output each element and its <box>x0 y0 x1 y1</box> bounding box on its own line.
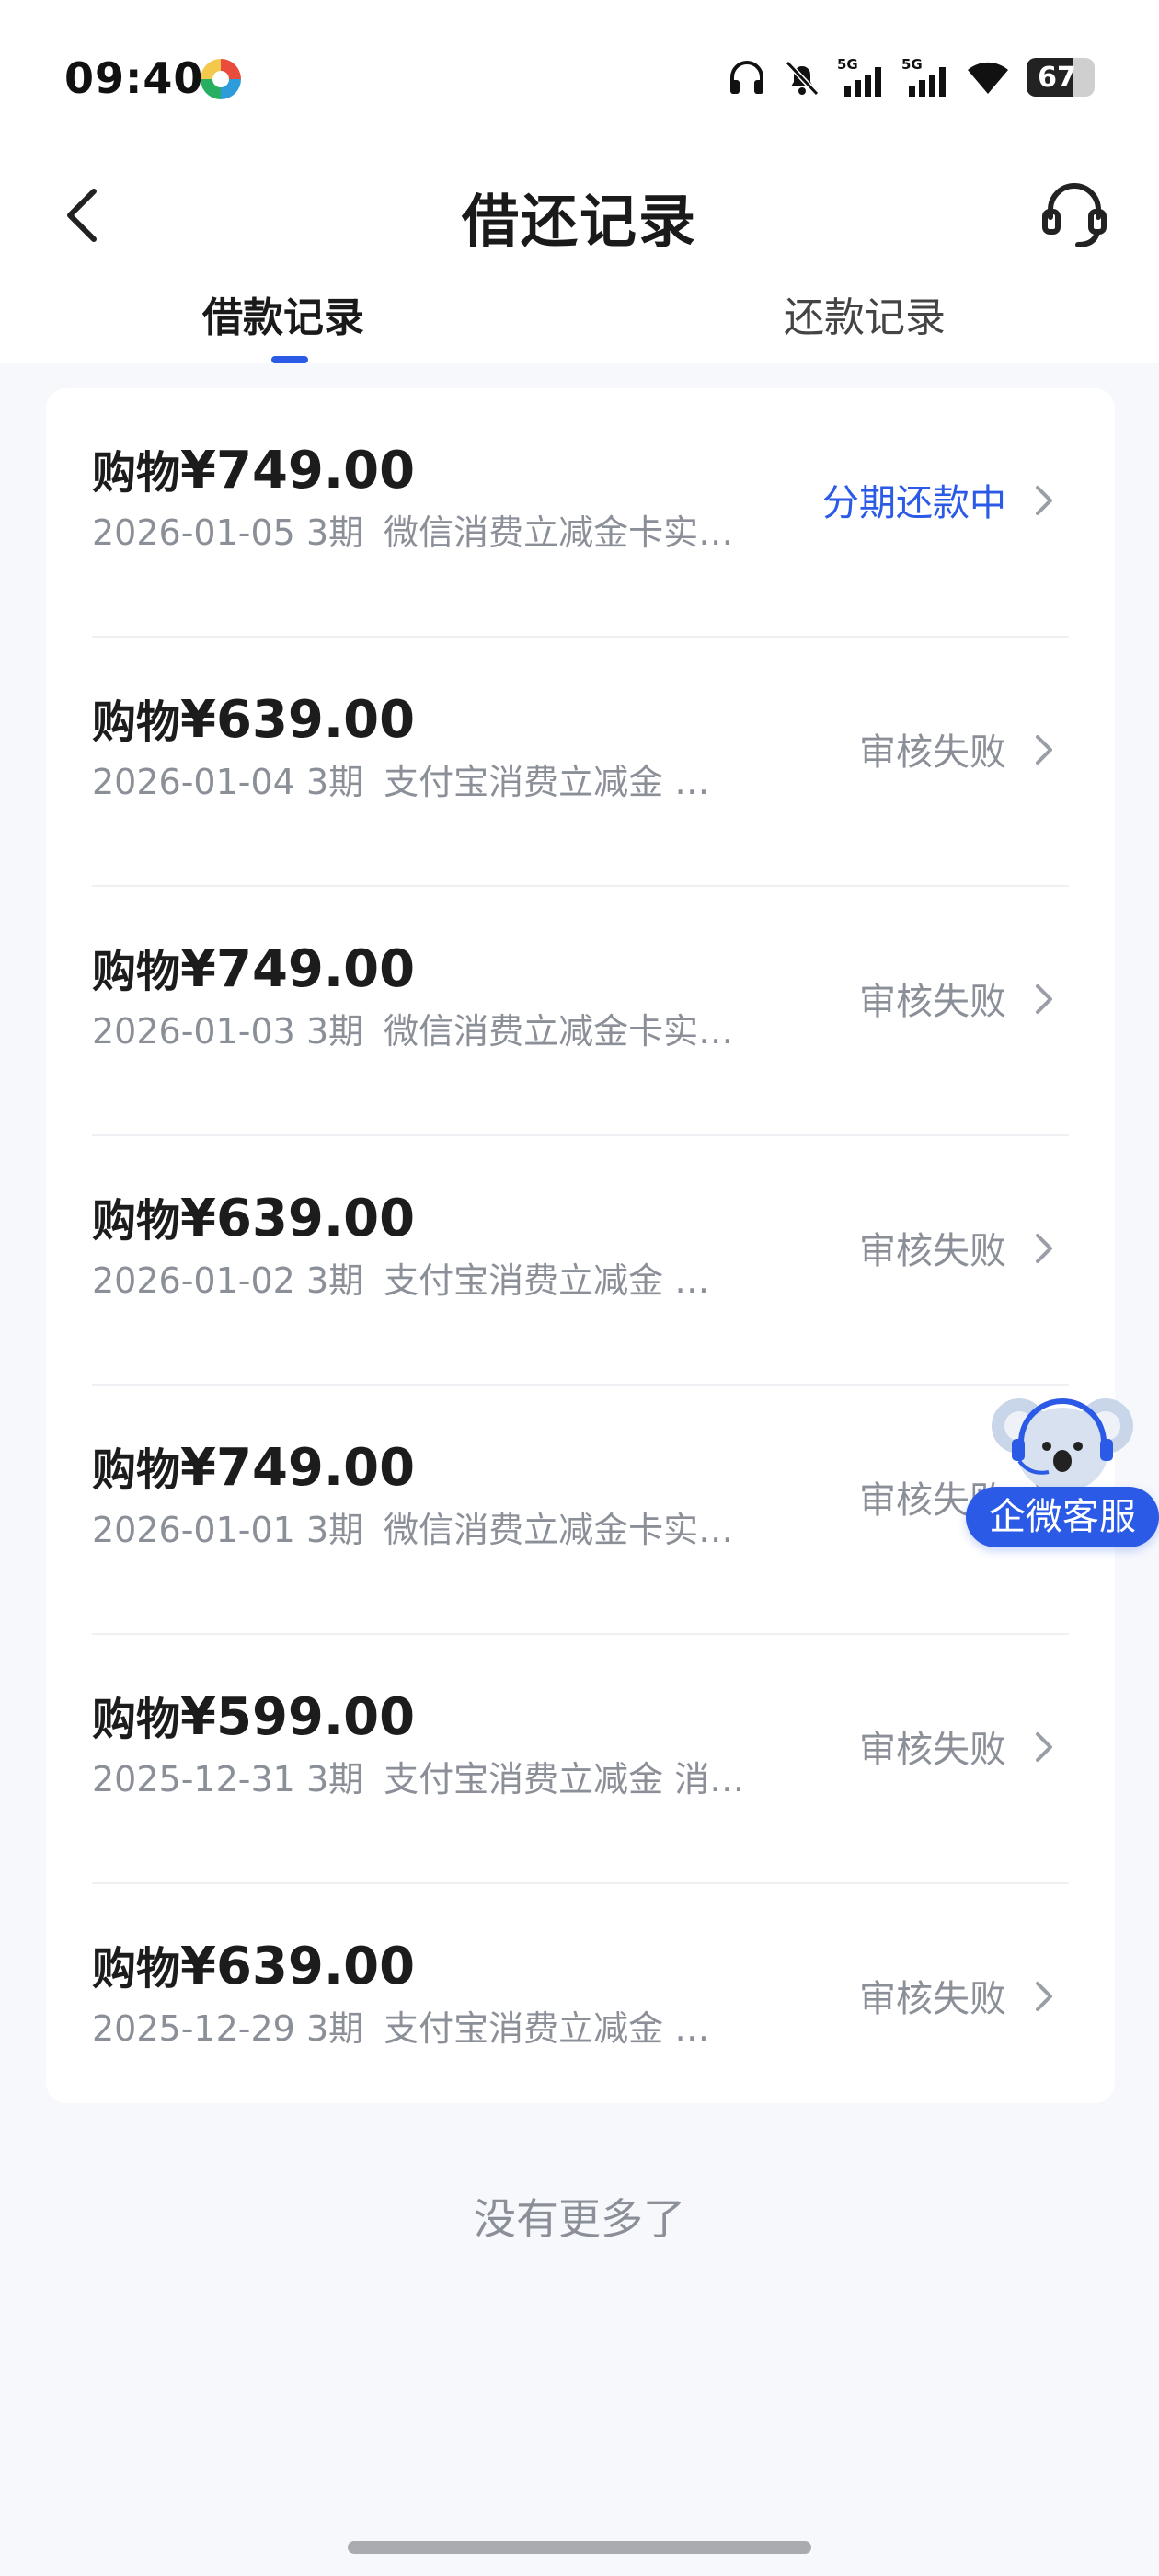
record-amount: ¥639.00 <box>180 1937 416 1996</box>
headset-icon[interactable] <box>1038 177 1111 250</box>
record-description: 支付宝消费立减金 消… <box>384 1759 745 1800</box>
record-amount: ¥639.00 <box>180 1189 416 1248</box>
tab-bar: 借款记录 还款记录 <box>0 285 1159 363</box>
network-label: 5G <box>837 56 858 73</box>
record-row[interactable]: 购物¥639.00 2025-12-29 3期 支付宝消费立减金 … 审核失败 <box>92 1884 1069 2133</box>
record-amount: ¥749.00 <box>180 939 416 999</box>
record-amount: ¥749.00 <box>180 441 416 500</box>
record-row[interactable]: 购物¥639.00 2026-01-02 3期 支付宝消费立减金 … 审核失败 <box>92 1136 1069 1386</box>
wecom-service-label: 企微客服 <box>966 1487 1159 1547</box>
record-amount: ¥599.00 <box>180 1687 416 1747</box>
record-description: 支付宝消费立减金 … <box>384 2008 710 2049</box>
record-term: 3期 <box>305 1260 364 1301</box>
record-category: 购物 <box>92 1943 181 1995</box>
record-subtitle: 2025-12-31 3期 支付宝消费立减金 消… <box>92 1751 744 1801</box>
wecom-service-button[interactable]: 企微客服 <box>966 1387 1159 1553</box>
record-term: 3期 <box>305 2008 364 2049</box>
record-category: 购物 <box>92 946 181 997</box>
record-row[interactable]: 购物¥639.00 2026-01-04 3期 支付宝消费立减金 … 审核失败 <box>92 638 1069 887</box>
wifi-icon <box>968 62 1008 94</box>
record-row[interactable]: 购物¥599.00 2025-12-31 3期 支付宝消费立减金 消… 审核失败 <box>92 1635 1069 1884</box>
record-date: 2026-01-02 <box>92 1260 295 1301</box>
record-date: 2026-01-03 <box>92 1011 295 1052</box>
chevron-right-icon <box>1036 1982 1052 2011</box>
signal-5g-icon: 5G <box>837 56 881 97</box>
battery-icon: 67 <box>1027 58 1095 97</box>
mute-bell-icon <box>785 60 820 97</box>
record-term: 3期 <box>305 1011 364 1052</box>
record-title: 购物¥639.00 <box>92 1184 415 1248</box>
record-category: 购物 <box>92 1195 181 1247</box>
network-label: 5G <box>901 56 923 73</box>
record-subtitle: 2025-12-29 3期 支付宝消费立减金 … <box>92 2000 709 2051</box>
record-title: 购物¥599.00 <box>92 1683 415 1747</box>
record-row[interactable]: 购物¥749.00 2026-01-05 3期 微信消费立减金卡实… 分期还款中 <box>92 388 1069 638</box>
record-date: 2026-01-05 <box>92 512 295 553</box>
record-term: 3期 <box>305 1759 364 1800</box>
chevron-right-icon <box>1036 1732 1052 1762</box>
no-more-text: 没有更多了 <box>474 2194 685 2244</box>
record-category: 购物 <box>92 1444 181 1496</box>
record-subtitle: 2026-01-04 3期 支付宝消费立减金 … <box>92 753 709 804</box>
records-list: 购物¥749.00 2026-01-05 3期 微信消费立减金卡实… 分期还款中 购物¥… <box>46 388 1115 2103</box>
record-title: 购物¥749.00 <box>92 1433 415 1498</box>
record-status: 审核失败 <box>859 731 1006 774</box>
battery-level: 67 <box>1038 61 1076 94</box>
record-amount: ¥749.00 <box>180 1438 416 1498</box>
app-icon <box>201 59 241 99</box>
record-status: 分期还款中 <box>822 482 1006 524</box>
record-date: 2026-01-04 <box>92 762 295 802</box>
record-status: 审核失败 <box>859 1729 1006 1771</box>
headphones-icon <box>730 61 763 94</box>
record-subtitle: 2026-01-05 3期 微信消费立减金卡实… <box>92 504 733 555</box>
status-time: 09:40 <box>64 53 204 103</box>
record-date: 2025-12-31 <box>92 1759 295 1800</box>
record-term: 3期 <box>305 762 364 802</box>
record-category: 购物 <box>92 1694 181 1745</box>
chevron-right-icon <box>1036 1234 1052 1263</box>
chevron-right-icon <box>1036 984 1052 1014</box>
status-bar: 09:40 5G 5G 67 <box>0 0 1159 156</box>
record-description: 支付宝消费立减金 … <box>384 1260 710 1301</box>
record-subtitle: 2026-01-02 3期 支付宝消费立减金 … <box>92 1252 709 1303</box>
record-status: 审核失败 <box>859 1978 1006 2020</box>
signal-5g-icon: 5G <box>901 56 946 97</box>
record-title: 购物¥749.00 <box>92 436 415 500</box>
chevron-right-icon <box>1036 486 1052 515</box>
record-date: 2025-12-29 <box>92 2008 295 2049</box>
record-date: 2026-01-01 <box>92 1510 295 1550</box>
record-subtitle: 2026-01-03 3期 微信消费立减金卡实… <box>92 1003 733 1053</box>
record-title: 购物¥639.00 <box>92 685 415 750</box>
home-indicator[interactable] <box>348 2541 811 2554</box>
record-status: 审核失败 <box>859 1230 1006 1272</box>
page-title: 借还记录 <box>461 188 697 255</box>
record-title: 购物¥639.00 <box>92 1932 415 1996</box>
record-subtitle: 2026-01-01 3期 微信消费立减金卡实… <box>92 1501 733 1552</box>
tab-borrow-records[interactable]: 借款记录 <box>202 285 364 363</box>
record-description: 微信消费立减金卡实… <box>384 1510 734 1550</box>
record-status: 审核失败 <box>859 981 1006 1023</box>
record-category: 购物 <box>92 696 181 748</box>
status-icons: 5G 5G 67 <box>727 53 1095 101</box>
record-term: 3期 <box>305 1510 364 1550</box>
tab-repay-records[interactable]: 还款记录 <box>784 285 946 363</box>
active-tab-indicator <box>271 356 308 363</box>
record-term: 3期 <box>305 512 364 553</box>
record-description: 微信消费立减金卡实… <box>384 512 734 553</box>
record-description: 微信消费立减金卡实… <box>384 1011 734 1052</box>
record-amount: ¥639.00 <box>180 690 416 750</box>
record-row[interactable]: 购物¥749.00 2026-01-03 3期 微信消费立减金卡实… 审核失败 <box>92 887 1069 1136</box>
chevron-right-icon <box>1036 735 1052 765</box>
record-category: 购物 <box>92 447 181 499</box>
page-header: 借还记录 借款记录 还款记录 <box>0 156 1159 363</box>
record-row[interactable]: 购物¥749.00 2026-01-01 3期 微信消费立减金卡实… 审核失败 <box>92 1386 1069 1635</box>
record-title: 购物¥749.00 <box>92 935 415 999</box>
record-description: 支付宝消费立减金 … <box>384 762 710 802</box>
